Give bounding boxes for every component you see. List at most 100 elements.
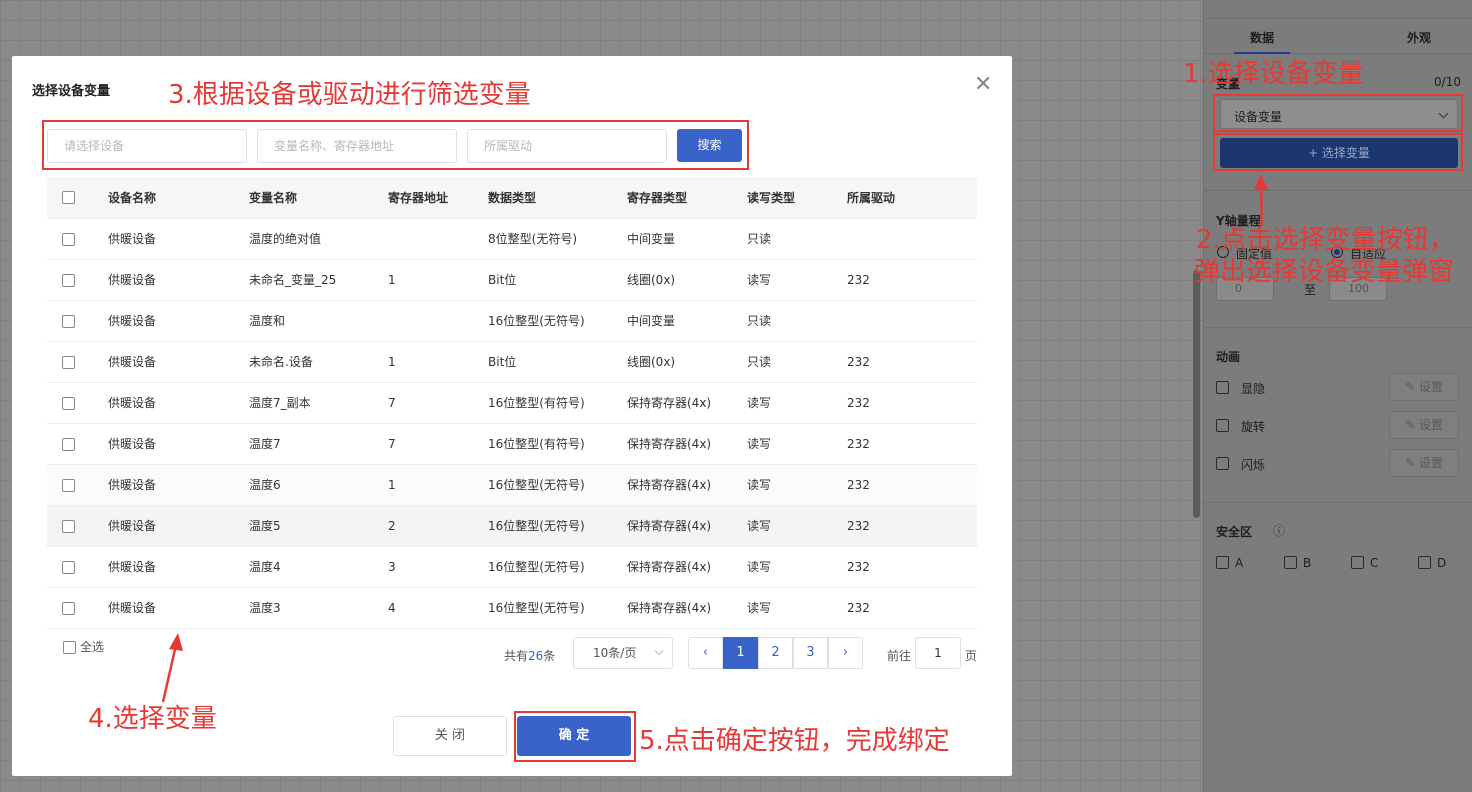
rotate-checkbox[interactable] — [1216, 419, 1229, 432]
row-checkbox-cell — [47, 587, 108, 629]
table-cell: 232 — [847, 587, 977, 629]
variable-count: 0/10 — [1434, 75, 1461, 89]
table-row[interactable]: 供暖设备 温度3 4 16位整型(无符号) 保持寄存器(4x) 读写 232 — [47, 587, 977, 629]
header-checkbox[interactable] — [62, 191, 75, 205]
row-checkbox[interactable] — [62, 355, 75, 369]
column-header: 设备名称 — [108, 177, 249, 219]
confirm-highlight-box — [514, 711, 636, 762]
table-row[interactable]: 供暖设备 温度6 1 16位整型(无符号) 保持寄存器(4x) 读写 232 — [47, 464, 977, 506]
table-cell: 保持寄存器(4x) — [627, 423, 747, 465]
table-cell: 供暖设备 — [108, 546, 249, 588]
scrollbar[interactable] — [1193, 270, 1200, 518]
goto-suffix: 页 — [965, 649, 978, 663]
table-cell: 保持寄存器(4x) — [627, 546, 747, 588]
blink-checkbox[interactable] — [1216, 457, 1229, 470]
animation-item: 闪烁 — [1241, 458, 1266, 472]
column-header: 所属驱动 — [847, 177, 977, 219]
setting-button[interactable]: ✎ 设置 — [1389, 411, 1459, 439]
safe-zone-item: A — [1235, 556, 1244, 570]
select-all[interactable]: 全选 — [63, 638, 104, 655]
total-count: 26 — [528, 649, 544, 663]
table-cell: 8位整型(无符号) — [488, 218, 627, 260]
table-cell: 保持寄存器(4x) — [627, 505, 747, 547]
row-checkbox[interactable] — [62, 232, 75, 246]
help-icon[interactable]: ⓘ — [1273, 522, 1285, 539]
goto-page-input[interactable]: 1 — [915, 637, 961, 669]
divider — [1204, 190, 1472, 191]
column-header: 寄存器类型 — [627, 177, 747, 219]
table-cell: 4 — [388, 587, 488, 629]
safe-zone-checkbox[interactable] — [1284, 556, 1297, 569]
safe-zone-item: B — [1303, 556, 1312, 570]
divider — [1204, 327, 1472, 328]
setting-button[interactable]: ✎ 设置 — [1389, 373, 1459, 401]
table-row[interactable]: 供暖设备 温度和 16位整型(无符号) 中间变量 只读 — [47, 300, 977, 342]
table-row[interactable]: 供暖设备 温度7_副本 7 16位整型(有符号) 保持寄存器(4x) 读写 232 — [47, 382, 977, 424]
page-button[interactable]: 2 — [758, 637, 793, 669]
row-checkbox-cell — [47, 505, 108, 547]
table-cell: 温度6 — [249, 464, 388, 506]
table-cell: 16位整型(有符号) — [488, 382, 627, 424]
annotation-step3: 3.根据设备或驱动进行筛选变量 — [168, 80, 531, 110]
column-header: 寄存器地址 — [388, 177, 488, 219]
table-row[interactable]: 供暖设备 温度的绝对值 8位整型(无符号) 中间变量 只读 — [47, 218, 977, 260]
setting-button[interactable]: ✎ 设置 — [1389, 449, 1459, 477]
table-cell — [847, 300, 977, 342]
close-icon[interactable]: ✕ — [974, 74, 992, 96]
row-checkbox[interactable] — [62, 437, 75, 451]
table-header: 设备名称 变量名称 寄存器地址 数据类型 寄存器类型 读写类型 所属驱动 — [47, 177, 977, 219]
table-row[interactable]: 供暖设备 温度5 2 16位整型(无符号) 保持寄存器(4x) 读写 232 — [47, 505, 977, 547]
total-suffix: 条 — [543, 649, 556, 663]
table-cell: 供暖设备 — [108, 341, 249, 383]
select-all-checkbox[interactable] — [63, 641, 76, 654]
table-row[interactable]: 供暖设备 未命名.设备 1 Bit位 线圈(0x) 只读 232 — [47, 341, 977, 383]
page-button[interactable]: 3 — [793, 637, 828, 669]
table-cell: 7 — [388, 423, 488, 465]
show-hide-checkbox[interactable] — [1216, 381, 1229, 394]
row-checkbox[interactable] — [62, 273, 75, 287]
table-cell: 读写 — [747, 382, 847, 424]
table-cell: 供暖设备 — [108, 423, 249, 465]
safe-zone-checkbox[interactable] — [1216, 556, 1229, 569]
row-checkbox-cell — [47, 218, 108, 260]
close-button[interactable]: 关 闭 — [393, 716, 507, 756]
table-cell: 3 — [388, 546, 488, 588]
page-button[interactable]: 1 — [723, 637, 758, 669]
safe-zone-checkbox[interactable] — [1418, 556, 1431, 569]
panel-tabs: 数据 外观 — [1204, 18, 1472, 54]
table-cell: 保持寄存器(4x) — [627, 587, 747, 629]
row-checkbox[interactable] — [62, 314, 75, 328]
table-cell: 供暖设备 — [108, 464, 249, 506]
row-checkbox-cell — [47, 341, 108, 383]
table-row[interactable]: 供暖设备 未命名_变量_25 1 Bit位 线圈(0x) 读写 232 — [47, 259, 977, 301]
table-cell: 16位整型(有符号) — [488, 423, 627, 465]
safe-zone-title: 安全区 — [1216, 525, 1253, 539]
tab-appearance[interactable]: 外观 — [1407, 29, 1431, 46]
table-cell: 16位整型(无符号) — [488, 546, 627, 588]
tab-data[interactable]: 数据 — [1250, 29, 1274, 46]
page-size-select[interactable]: 10条/页 — [573, 637, 673, 669]
table-cell: 232 — [847, 259, 977, 301]
row-checkbox[interactable] — [62, 396, 75, 410]
table-cell: 保持寄存器(4x) — [627, 382, 747, 424]
row-checkbox[interactable] — [62, 519, 75, 533]
table-row[interactable]: 供暖设备 温度7 7 16位整型(有符号) 保持寄存器(4x) 读写 232 — [47, 423, 977, 465]
table-cell: 232 — [847, 505, 977, 547]
table-cell: 供暖设备 — [108, 300, 249, 342]
row-checkbox[interactable] — [62, 601, 75, 615]
table-cell: 读写 — [747, 464, 847, 506]
table-cell: 供暖设备 — [108, 587, 249, 629]
select-all-label: 全选 — [80, 640, 105, 654]
safe-zone-checkbox[interactable] — [1351, 556, 1364, 569]
table-row[interactable]: 供暖设备 温度4 3 16位整型(无符号) 保持寄存器(4x) 读写 232 — [47, 546, 977, 588]
next-page-button[interactable]: › — [828, 637, 863, 669]
table-cell: 232 — [847, 423, 977, 465]
annotation-step4: 4.选择变量 — [88, 704, 217, 734]
prev-page-button[interactable]: ‹ — [688, 637, 723, 669]
table-cell: 未命名.设备 — [249, 341, 388, 383]
table-cell: Bit位 — [488, 259, 627, 301]
setting-label: 设置 — [1418, 380, 1443, 394]
row-checkbox[interactable] — [62, 478, 75, 492]
row-checkbox[interactable] — [62, 560, 75, 574]
table-cell: 中间变量 — [627, 218, 747, 260]
